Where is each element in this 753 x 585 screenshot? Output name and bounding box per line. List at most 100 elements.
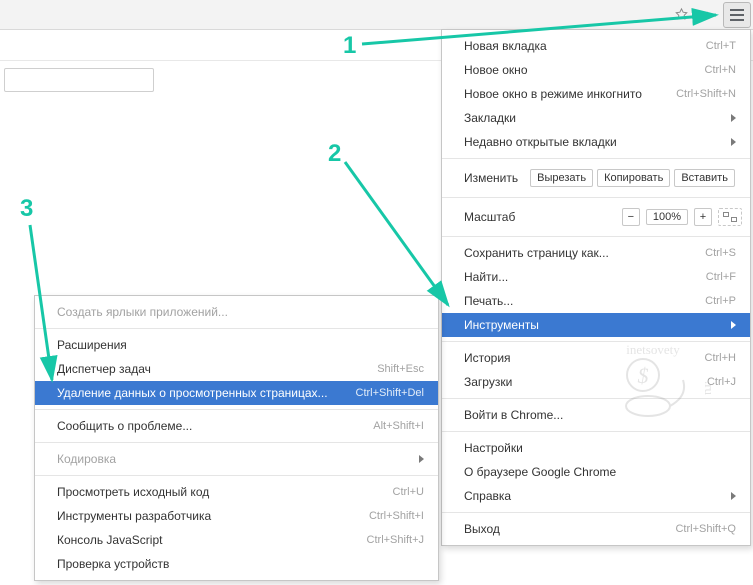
- menu-separator: [442, 341, 750, 342]
- submenu-view-source[interactable]: Просмотреть исходный код Ctrl+U: [35, 480, 438, 504]
- menu-new-window[interactable]: Новое окно Ctrl+N: [442, 58, 750, 82]
- submenu-device-inspect[interactable]: Проверка устройств: [35, 552, 438, 576]
- menu-exit[interactable]: ВыходCtrl+Shift+Q: [442, 517, 750, 541]
- menu-separator: [35, 409, 438, 410]
- menu-label: Инструменты: [464, 318, 539, 332]
- menu-label: Загрузки: [464, 375, 512, 389]
- menu-help[interactable]: Справка: [442, 484, 750, 508]
- menu-print[interactable]: Печать... Ctrl+P: [442, 289, 750, 313]
- menu-signin[interactable]: Войти в Chrome...: [442, 403, 750, 427]
- menu-label: Диспетчер задач: [57, 362, 151, 376]
- menu-separator: [442, 197, 750, 198]
- menu-shortcut: Ctrl+Shift+J: [367, 534, 424, 546]
- menu-label: Справка: [464, 489, 511, 503]
- menu-shortcut: Ctrl+Shift+I: [369, 510, 424, 522]
- menu-label: Недавно открытые вкладки: [464, 135, 617, 149]
- menu-label: Удаление данных о просмотренных страница…: [57, 386, 328, 400]
- menu-tools[interactable]: Инструменты: [442, 313, 750, 337]
- menu-separator: [442, 512, 750, 513]
- menu-bookmarks[interactable]: Закладки: [442, 106, 750, 130]
- menu-incognito[interactable]: Новое окно в режиме инкогнитоCtrl+Shift+…: [442, 82, 750, 106]
- menu-shortcut: Ctrl+N: [705, 64, 736, 76]
- menu-zoom-row: Масштаб − 100% +: [442, 202, 750, 232]
- bookmark-star-button[interactable]: [667, 2, 695, 28]
- cut-button[interactable]: Вырезать: [530, 169, 593, 187]
- menu-about[interactable]: О браузере Google Chrome: [442, 460, 750, 484]
- submenu-arrow-icon: [731, 492, 736, 500]
- paste-button[interactable]: Вставить: [674, 169, 735, 187]
- menu-history[interactable]: История Ctrl+H: [442, 346, 750, 370]
- menu-save-page[interactable]: Сохранить страницу как... Ctrl+S: [442, 241, 750, 265]
- menu-shortcut: Ctrl+P: [705, 295, 736, 307]
- search-input[interactable]: [4, 68, 154, 92]
- menu-shortcut: Ctrl+T: [706, 40, 736, 52]
- submenu-arrow-icon: [731, 114, 736, 122]
- edit-label: Изменить: [464, 171, 518, 185]
- menu-shortcut: Ctrl+F: [706, 271, 736, 283]
- menu-shortcut: Ctrl+Shift+Del: [356, 387, 424, 399]
- zoom-out-button[interactable]: −: [622, 208, 640, 226]
- fullscreen-icon: [723, 212, 737, 222]
- menu-label: Кодировка: [57, 452, 116, 466]
- zoom-label: Масштаб: [464, 210, 515, 224]
- submenu-dev-tools[interactable]: Инструменты разработчика Ctrl+Shift+I: [35, 504, 438, 528]
- submenu-arrow-icon: [731, 138, 736, 146]
- submenu-extensions[interactable]: Расширения: [35, 333, 438, 357]
- zoom-value: 100%: [646, 209, 688, 225]
- star-icon: [674, 7, 689, 22]
- menu-shortcut: Shift+Esc: [377, 363, 424, 375]
- copy-button[interactable]: Копировать: [597, 169, 670, 187]
- menu-label: Новое окно в режиме инкогнито: [464, 87, 642, 101]
- menu-find[interactable]: Найти... Ctrl+F: [442, 265, 750, 289]
- menu-label: Консоль JavaScript: [57, 533, 162, 547]
- menu-separator: [442, 236, 750, 237]
- menu-recent-tabs[interactable]: Недавно открытые вкладки: [442, 130, 750, 154]
- menu-separator: [35, 328, 438, 329]
- submenu-create-shortcuts: Создать ярлыки приложений...: [35, 300, 438, 324]
- chrome-menu-button[interactable]: [723, 2, 751, 28]
- submenu-task-manager[interactable]: Диспетчер задач Shift+Esc: [35, 357, 438, 381]
- fullscreen-button[interactable]: [718, 208, 742, 226]
- menu-label: Расширения: [57, 338, 127, 352]
- menu-label: Инструменты разработчика: [57, 509, 211, 523]
- menu-separator: [442, 398, 750, 399]
- menu-label: История: [464, 351, 511, 365]
- zoom-in-button[interactable]: +: [694, 208, 712, 226]
- menu-label: Настройки: [464, 441, 523, 455]
- submenu-report-issue[interactable]: Сообщить о проблеме...Alt+Shift+I: [35, 414, 438, 438]
- menu-label: Новая вкладка: [464, 39, 547, 53]
- callout-1: 1: [343, 32, 356, 60]
- menu-label: О браузере Google Chrome: [464, 465, 616, 479]
- menu-separator: [35, 442, 438, 443]
- menu-downloads[interactable]: Загрузки Ctrl+J: [442, 370, 750, 394]
- chrome-main-menu: Новая вкладка Ctrl+T Новое окно Ctrl+N Нов…: [441, 29, 751, 546]
- menu-label: Выход: [464, 522, 500, 536]
- tab-chevron-button[interactable]: [695, 2, 723, 28]
- menu-label: Создать ярлыки приложений...: [57, 305, 228, 319]
- menu-shortcut: Ctrl+S: [705, 247, 736, 259]
- submenu-js-console[interactable]: Консоль JavaScript Ctrl+Shift+J: [35, 528, 438, 552]
- submenu-arrow-icon: [419, 455, 424, 463]
- menu-label: Войти в Chrome...: [464, 408, 563, 422]
- hamburger-icon: [730, 14, 744, 16]
- menu-label: Сохранить страницу как...: [464, 246, 609, 260]
- menu-label: Новое окно: [464, 63, 528, 77]
- menu-settings[interactable]: Настройки: [442, 436, 750, 460]
- menu-shortcut: Ctrl+U: [393, 486, 424, 498]
- menu-new-tab[interactable]: Новая вкладка Ctrl+T: [442, 34, 750, 58]
- menu-shortcut: Ctrl+H: [705, 352, 736, 364]
- menu-label: Найти...: [464, 270, 508, 284]
- callout-2: 2: [328, 140, 341, 168]
- submenu-clear-browsing-data[interactable]: Удаление данных о просмотренных страница…: [35, 381, 438, 405]
- menu-label: Просмотреть исходный код: [57, 485, 209, 499]
- menu-shortcut: Ctrl+J: [707, 376, 736, 388]
- menu-separator: [442, 158, 750, 159]
- submenu-encoding[interactable]: Кодировка: [35, 447, 438, 471]
- submenu-arrow-icon: [731, 321, 736, 329]
- menu-label: Проверка устройств: [57, 557, 169, 571]
- tools-submenu: Создать ярлыки приложений... Расширения …: [34, 295, 439, 581]
- menu-separator: [35, 475, 438, 476]
- menu-label: Закладки: [464, 111, 516, 125]
- menu-shortcut: Alt+Shift+I: [373, 420, 424, 432]
- menu-label: Печать...: [464, 294, 513, 308]
